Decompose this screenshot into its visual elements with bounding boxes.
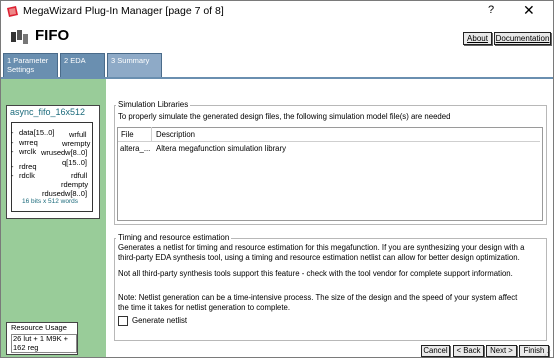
tab-strip: 1 Parameter Settings 2 EDA 3 Summary [1,51,553,77]
header-divider [118,141,540,142]
resource-usage-value: 26 lut + 1 M9K + 162 reg [11,334,77,353]
tab-number: 2 [64,56,69,65]
port-rdfull: rdfull [71,171,88,180]
simulation-description: To properly simulate the generated desig… [118,112,451,121]
timing-paragraph-2: Not all third-party synthesis tools supp… [118,269,513,278]
megafunction-logo-icon [11,30,28,44]
about-button[interactable]: About [463,32,492,45]
port-data: data[15..0] [19,128,55,137]
next-button[interactable]: Next > [486,345,517,357]
tab-label: Summary [117,56,150,65]
close-button[interactable]: ✕ [523,2,535,19]
tab-number: 3 [111,56,116,65]
port-q: q[15..0] [62,158,88,167]
megawizard-app-icon [7,6,18,17]
port-stub: - [11,147,14,156]
port-stub: - [11,171,14,180]
port-wrreq: wrreq [19,138,38,147]
tab-summary[interactable]: 3 Summary [107,53,162,77]
port-rdusedw: rdusedw[8..0] [42,189,88,198]
back-button[interactable]: < Back [453,345,484,357]
timing-paragraph-1b: third-party EDA synthesis tool, using a … [118,253,520,262]
help-button[interactable]: ? [488,4,494,16]
table-cell-description[interactable]: Altera megafunction simulation library [156,144,286,153]
tab-number: 1 [7,56,12,65]
wizard-window: MegaWizard Plug-In Manager [page 7 of 8]… [0,0,554,358]
title-bar: MegaWizard Plug-In Manager [page 7 of 8]… [1,1,553,23]
about-button-label: About [467,34,488,43]
table-cell-file[interactable]: altera_... [120,144,150,153]
port-rdempty: rdempty [61,180,89,189]
port-stub: - [11,128,14,137]
page-title: FIFO [35,27,70,44]
column-separator [151,127,152,141]
port-rdreq: rdreq [19,162,37,171]
wizard-header: FIFO About Documentation [1,23,553,51]
port-rdclk: rdclk [19,171,35,180]
tab-label-line2: Settings [7,65,35,74]
port-stub: - [11,138,14,147]
column-header-file[interactable]: File [121,130,134,139]
cancel-button[interactable]: Cancel [421,345,450,357]
port-wrfull: wrfull [69,130,87,139]
documentation-button-label: Documentation [495,34,550,43]
timing-paragraph-3b: the time it takes for netlist generation… [118,303,291,312]
tab-eda[interactable]: 2 EDA [60,53,105,77]
documentation-button[interactable]: Documentation [494,32,551,45]
resize-grip-icon[interactable]: ⋰ [544,349,551,357]
column-header-description[interactable]: Description [156,130,195,139]
symbol-name: async_fifo_16x512 [10,107,86,117]
port-wrusedw: wrusedw[8..0] [41,148,88,157]
simulation-libraries-label: Simulation Libraries [116,100,191,109]
tab-label: Parameter [13,56,49,65]
timing-estimation-label: Timing and resource estimation [116,233,232,242]
port-wrempty: wrempty [62,139,91,148]
timing-paragraph-1a: Generates a netlist for timing and resou… [118,243,525,252]
resource-usage-line2: 162 reg [13,342,39,352]
generate-netlist-label[interactable]: Generate netlist [132,316,187,326]
port-stub: - [11,162,14,171]
generate-netlist-checkbox[interactable] [118,316,128,326]
timing-paragraph-3a: Note: Netlist generation can be a time-i… [118,293,518,302]
resource-usage-title: Resource Usage [11,323,67,332]
tab-label: EDA [70,56,86,65]
symbol-footer: 16 bits x 512 words [22,198,79,205]
tab-parameter-settings[interactable]: 1 Parameter Settings [3,53,58,77]
port-wrclk: wrclk [19,147,37,156]
window-title: MegaWizard Plug-In Manager [page 7 of 8] [23,5,224,17]
